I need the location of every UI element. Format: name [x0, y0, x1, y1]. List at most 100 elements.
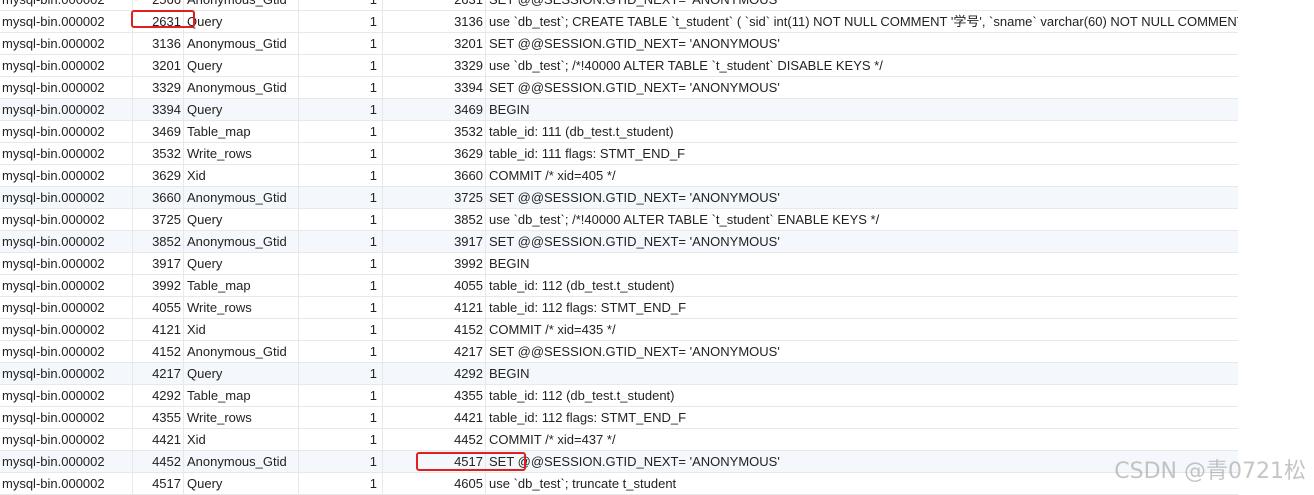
log-name-cell[interactable]: mysql-bin.000002: [0, 363, 133, 384]
end-log-pos-cell[interactable]: 3917: [383, 231, 486, 252]
server-id-cell[interactable]: 1: [299, 33, 383, 54]
info-cell[interactable]: COMMIT /* xid=437 */: [486, 429, 1238, 450]
table-row[interactable]: mysql-bin.000002 4421 Xid 1 4452 COMMIT /* xi…: [0, 429, 1238, 451]
server-id-cell[interactable]: 1: [299, 0, 383, 10]
event-type-cell[interactable]: Query: [184, 55, 299, 76]
end-log-pos-cell[interactable]: 3532: [383, 121, 486, 142]
log-name-cell[interactable]: mysql-bin.000002: [0, 231, 133, 252]
end-log-pos-cell[interactable]: 3136: [383, 11, 486, 32]
table-row[interactable]: mysql-bin.000002 3469 Table_map 1 3532 table_…: [0, 121, 1238, 143]
table-row[interactable]: mysql-bin.000002 3136 Anonymous_Gtid 1 3201 S…: [0, 33, 1238, 55]
pos-cell[interactable]: 4152: [133, 341, 184, 362]
pos-cell[interactable]: 4421: [133, 429, 184, 450]
info-cell[interactable]: use `db_test`; /*!40000 ALTER TABLE `t_s…: [486, 209, 1238, 230]
event-type-cell[interactable]: Query: [184, 11, 299, 32]
table-row[interactable]: mysql-bin.0000022566Anonymous_Gtid12631S…: [0, 0, 1238, 11]
end-log-pos-cell[interactable]: 4355: [383, 385, 486, 406]
server-id-cell[interactable]: 1: [299, 385, 383, 406]
event-type-cell[interactable]: Anonymous_Gtid: [184, 77, 299, 98]
end-log-pos-cell[interactable]: 4152: [383, 319, 486, 340]
server-id-cell[interactable]: 1: [299, 121, 383, 142]
log-name-cell[interactable]: mysql-bin.000002: [0, 319, 133, 340]
event-type-cell[interactable]: Query: [184, 363, 299, 384]
table-row[interactable]: mysql-bin.000002 4055 Write_rows 1 4121 table…: [0, 297, 1238, 319]
pos-cell[interactable]: 3660: [133, 187, 184, 208]
end-log-pos-cell[interactable]: 4517: [383, 451, 486, 472]
server-id-cell[interactable]: 1: [299, 297, 383, 318]
event-type-cell[interactable]: Query: [184, 99, 299, 120]
table-row[interactable]: mysql-bin.000002 4517 Query 1 4605 use `db_te…: [0, 473, 1238, 495]
log-name-cell[interactable]: mysql-bin.000002: [0, 121, 133, 142]
server-id-cell[interactable]: 1: [299, 275, 383, 296]
table-row[interactable]: mysql-bin.000002 4121 Xid 1 4152 COMMIT /* xi…: [0, 319, 1238, 341]
server-id-cell[interactable]: 1: [299, 187, 383, 208]
server-id-cell[interactable]: 1: [299, 165, 383, 186]
log-name-cell[interactable]: mysql-bin.000002: [0, 55, 133, 76]
pos-cell[interactable]: 3917: [133, 253, 184, 274]
end-log-pos-cell[interactable]: 3725: [383, 187, 486, 208]
log-name-cell[interactable]: mysql-bin.000002: [0, 33, 133, 54]
event-type-cell[interactable]: Write_rows: [184, 407, 299, 428]
pos-cell[interactable]: 4517: [133, 473, 184, 494]
server-id-cell[interactable]: 1: [299, 209, 383, 230]
end-log-pos-cell[interactable]: 4217: [383, 341, 486, 362]
event-type-cell[interactable]: Table_map: [184, 275, 299, 296]
table-row[interactable]: mysql-bin.000002 3852 Anonymous_Gtid 1 3917 S…: [0, 231, 1238, 253]
info-cell[interactable]: COMMIT /* xid=405 */: [486, 165, 1238, 186]
table-row[interactable]: mysql-bin.000002 3532 Write_rows 1 3629 table…: [0, 143, 1238, 165]
info-cell[interactable]: table_id: 112 flags: STMT_END_F: [486, 297, 1238, 318]
table-row[interactable]: mysql-bin.000002 3201 Query 1 3329 use `db_te…: [0, 55, 1238, 77]
info-cell[interactable]: use `db_test`; /*!40000 ALTER TABLE `t_s…: [486, 55, 1238, 76]
event-type-cell[interactable]: Anonymous_Gtid: [184, 187, 299, 208]
table-row[interactable]: mysql-bin.000002 3629 Xid 1 3660 COMMIT /* xi…: [0, 165, 1238, 187]
end-log-pos-cell[interactable]: 4605: [383, 473, 486, 494]
server-id-cell[interactable]: 1: [299, 253, 383, 274]
server-id-cell[interactable]: 1: [299, 77, 383, 98]
end-log-pos-cell[interactable]: 3329: [383, 55, 486, 76]
log-name-cell[interactable]: mysql-bin.000002: [0, 297, 133, 318]
server-id-cell[interactable]: 1: [299, 11, 383, 32]
table-row[interactable]: mysql-bin.000002 4152 Anonymous_Gtid 1 4217 S…: [0, 341, 1238, 363]
event-type-cell[interactable]: Write_rows: [184, 297, 299, 318]
end-log-pos-cell[interactable]: 3852: [383, 209, 486, 230]
pos-cell[interactable]: 4292: [133, 385, 184, 406]
log-name-cell[interactable]: mysql-bin.000002: [0, 143, 133, 164]
pos-cell[interactable]: 2566: [133, 0, 184, 10]
log-name-cell[interactable]: mysql-bin.000002: [0, 451, 133, 472]
event-type-cell[interactable]: Query: [184, 253, 299, 274]
end-log-pos-cell[interactable]: 4121: [383, 297, 486, 318]
pos-cell[interactable]: 3394: [133, 99, 184, 120]
info-cell[interactable]: COMMIT /* xid=435 */: [486, 319, 1238, 340]
log-name-cell[interactable]: mysql-bin.000002: [0, 187, 133, 208]
pos-cell[interactable]: 4121: [133, 319, 184, 340]
info-cell[interactable]: SET @@SESSION.GTID_NEXT= 'ANONYMOUS': [486, 231, 1238, 252]
server-id-cell[interactable]: 1: [299, 473, 383, 494]
server-id-cell[interactable]: 1: [299, 143, 383, 164]
pos-cell[interactable]: 4217: [133, 363, 184, 384]
end-log-pos-cell[interactable]: 3629: [383, 143, 486, 164]
end-log-pos-cell[interactable]: 4055: [383, 275, 486, 296]
table-row[interactable]: mysql-bin.000002 3329 Anonymous_Gtid 1 3394 S…: [0, 77, 1238, 99]
table-row[interactable]: mysql-bin.000002 4217 Query 1 4292 BEGIN: [0, 363, 1238, 385]
log-name-cell[interactable]: mysql-bin.000002: [0, 429, 133, 450]
pos-cell[interactable]: 3992: [133, 275, 184, 296]
event-type-cell[interactable]: Anonymous_Gtid: [184, 341, 299, 362]
info-cell[interactable]: BEGIN: [486, 99, 1238, 120]
end-log-pos-cell[interactable]: 2631: [383, 0, 486, 10]
event-type-cell[interactable]: Anonymous_Gtid: [184, 33, 299, 54]
server-id-cell[interactable]: 1: [299, 429, 383, 450]
end-log-pos-cell[interactable]: 4292: [383, 363, 486, 384]
info-cell[interactable]: table_id: 111 flags: STMT_END_F: [486, 143, 1238, 164]
log-name-cell[interactable]: mysql-bin.000002: [0, 77, 133, 98]
table-row[interactable]: mysql-bin.000002 3725 Query 1 3852 use `db_te…: [0, 209, 1238, 231]
pos-cell[interactable]: 3852: [133, 231, 184, 252]
event-type-cell[interactable]: Anonymous_Gtid: [184, 451, 299, 472]
server-id-cell[interactable]: 1: [299, 407, 383, 428]
end-log-pos-cell[interactable]: 3394: [383, 77, 486, 98]
end-log-pos-cell[interactable]: 3201: [383, 33, 486, 54]
event-type-cell[interactable]: Query: [184, 473, 299, 494]
server-id-cell[interactable]: 1: [299, 231, 383, 252]
log-name-cell[interactable]: mysql-bin.000002: [0, 165, 133, 186]
info-cell[interactable]: SET @@SESSION.GTID_NEXT= 'ANONYMOUS': [486, 33, 1238, 54]
log-name-cell[interactable]: mysql-bin.000002: [0, 385, 133, 406]
